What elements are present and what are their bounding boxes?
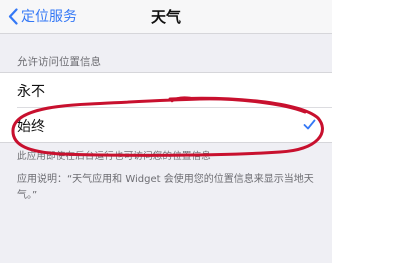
option-always[interactable]: 始终 bbox=[0, 108, 332, 143]
page-title: 天气 bbox=[150, 8, 181, 26]
checkmark-icon bbox=[303, 119, 316, 130]
app-description: 应用说明：“天气应用和 Widget 会使用您的位置信息来显示当地天气。” bbox=[17, 174, 314, 201]
background-access-note: 此应用即使在后台运行也可访问您的位置信息 bbox=[17, 151, 212, 162]
section-header: 允许访问位置信息 bbox=[17, 56, 101, 68]
location-access-options: 永不 始终 bbox=[0, 72, 332, 143]
option-label: 始终 bbox=[17, 118, 45, 135]
navigation-bar: 定位服务 天气 bbox=[0, 0, 332, 34]
blank-margin bbox=[332, 0, 416, 263]
settings-screen: 定位服务 天气 允许访问位置信息 永不 始终 此应用即使在后台运行也可访问您的位… bbox=[0, 0, 332, 263]
option-label: 永不 bbox=[17, 83, 45, 100]
option-never[interactable]: 永不 bbox=[0, 73, 332, 108]
